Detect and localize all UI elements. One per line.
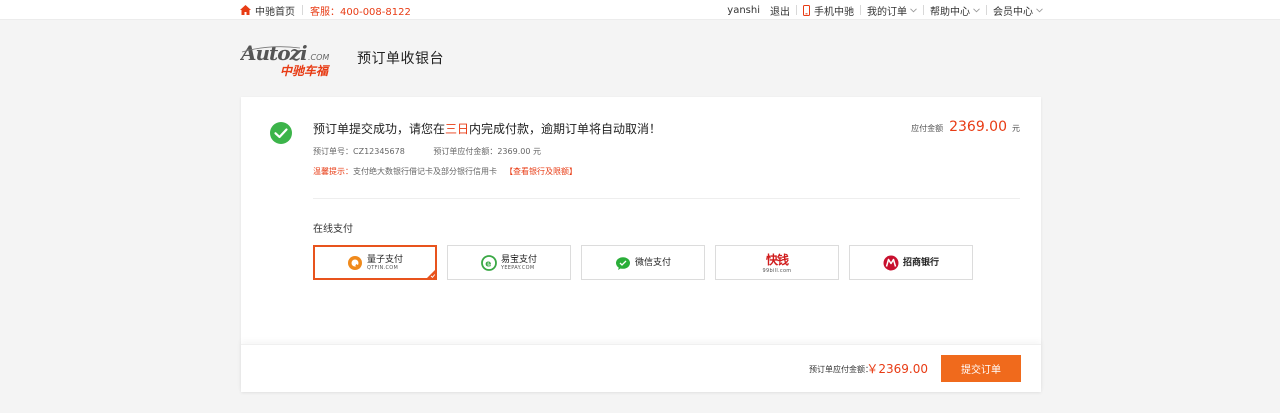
my-orders-label: 我的订单 — [867, 6, 907, 18]
member-center-label: 会员中心 — [993, 6, 1033, 18]
page-title: 预订单收银台 — [357, 51, 444, 67]
cmb-name: 招商银行 — [902, 257, 939, 268]
qtfin-logo-icon — [347, 255, 362, 270]
help-center-menu[interactable]: 帮助中心 — [930, 3, 980, 18]
yeepay-name: 易宝支付 — [500, 254, 537, 265]
due-unit: 元 — [1012, 124, 1020, 133]
yeepay-sub: YEEPAY.COM — [500, 264, 535, 271]
payment-tip: 温馨提示：支付绝大数银行借记卡及部分银行信用卡 【查看银行及限额】 — [313, 166, 577, 177]
order-success-headline: 预订单提交成功，请您在三日内完成付款，逾期订单将自动取消！ — [313, 120, 661, 137]
divider — [860, 5, 861, 15]
total-label: 预订单应付金额： — [809, 365, 873, 374]
home-link[interactable]: 中驰首页 — [255, 3, 295, 18]
yeepay-logo-icon: e — [481, 254, 497, 271]
payment-options: 量子支付 QTFIN.COM e 易宝支付 YEEPAY.COM 微信支付 快钱… — [313, 245, 983, 280]
pay-option-99bill[interactable]: 快钱 99bill.com — [715, 245, 839, 280]
due-label: 应付金额 — [911, 124, 944, 133]
chevron-down-icon — [910, 7, 917, 12]
member-center-menu[interactable]: 会员中心 — [993, 3, 1043, 18]
cmb-logo-icon — [883, 255, 899, 270]
divider — [313, 198, 1020, 199]
bank-limits-link[interactable]: 【查看银行及限额】 — [505, 167, 577, 176]
home-icon — [240, 5, 251, 15]
order-amount: 预订单应付金额：2369.00 元 — [433, 147, 541, 156]
top-bar: 中驰首页 客服：400-008-8122 yanshi 退出 手机中驰 我的订单… — [0, 0, 1280, 20]
tip-label: 温馨提示： — [313, 167, 353, 176]
divider — [302, 5, 303, 15]
autozi-logo[interactable]: Autozi .COM 中驰车福 — [240, 38, 342, 82]
svg-text:中驰车福: 中驰车福 — [280, 64, 330, 78]
qtfin-name: 量子支付 — [366, 254, 403, 265]
divider — [923, 5, 924, 15]
mobile-label: 手机中驰 — [814, 6, 854, 18]
order-meta: 预订单号：CZ12345678 预订单应付金额：2369.00 元 — [313, 146, 567, 157]
my-orders-menu[interactable]: 我的订单 — [867, 3, 917, 18]
hotline-text: 客服：400-008-8122 — [310, 6, 411, 18]
svg-text:e: e — [485, 259, 491, 269]
tip-text: 支付绝大数银行借记卡及部分银行信用卡 — [353, 167, 497, 176]
wechat-name: 微信支付 — [634, 257, 671, 268]
kuaiqian-logo-icon: 快钱 — [765, 253, 789, 267]
mobile-link[interactable]: 手机中驰 — [803, 3, 854, 18]
amount-due: 应付金额 2369.00 元 — [911, 119, 1020, 135]
svg-text:Autozi: Autozi — [240, 41, 307, 65]
headline-prefix: 预订单提交成功，请您在 — [313, 122, 446, 136]
pay-option-cmb[interactable]: 招商银行 — [849, 245, 973, 280]
phone-icon — [803, 4, 810, 16]
chevron-down-icon — [1036, 7, 1043, 12]
pay-option-wechat[interactable]: 微信支付 — [581, 245, 705, 280]
pay-option-yeepay[interactable]: e 易宝支付 YEEPAY.COM — [447, 245, 571, 280]
divider — [986, 5, 987, 15]
help-center-label: 帮助中心 — [930, 6, 970, 18]
qtfin-sub: QTFIN.COM — [366, 264, 399, 271]
kuaiqian-sub: 99bill.com — [762, 268, 792, 274]
submit-order-button[interactable]: 提交订单 — [941, 355, 1021, 382]
order-summary-bar: 预订单应付金额： ￥2369.00 提交订单 — [241, 344, 1041, 392]
selected-check-icon — [426, 269, 436, 279]
headline-suffix: 内完成付款，逾期订单将自动取消！ — [469, 122, 662, 136]
success-check-icon — [270, 122, 292, 144]
headline-deadline: 三日 — [445, 122, 470, 136]
online-payment-title: 在线支付 — [313, 224, 353, 235]
checkout-card: 预订单提交成功，请您在三日内完成付款，逾期订单将自动取消！ 预订单号：CZ123… — [241, 97, 1041, 392]
chevron-down-icon — [973, 7, 980, 12]
total-amount: ￥2369.00 — [866, 362, 928, 376]
top-bar-right: yanshi 退出 手机中驰 我的订单 帮助中心 会员中心 — [727, 0, 1043, 20]
svg-text:.COM: .COM — [308, 53, 329, 62]
due-amount: 2369.00 — [949, 119, 1007, 135]
logout-link[interactable]: 退出 — [770, 3, 790, 18]
wechat-pay-icon — [615, 256, 630, 270]
pay-option-qtfin[interactable]: 量子支付 QTFIN.COM — [313, 245, 437, 280]
order-number: 预订单号：CZ12345678 — [313, 147, 405, 156]
divider — [796, 5, 797, 15]
username-link[interactable]: yanshi — [727, 5, 760, 16]
top-bar-left: 中驰首页 客服：400-008-8122 — [240, 0, 411, 20]
